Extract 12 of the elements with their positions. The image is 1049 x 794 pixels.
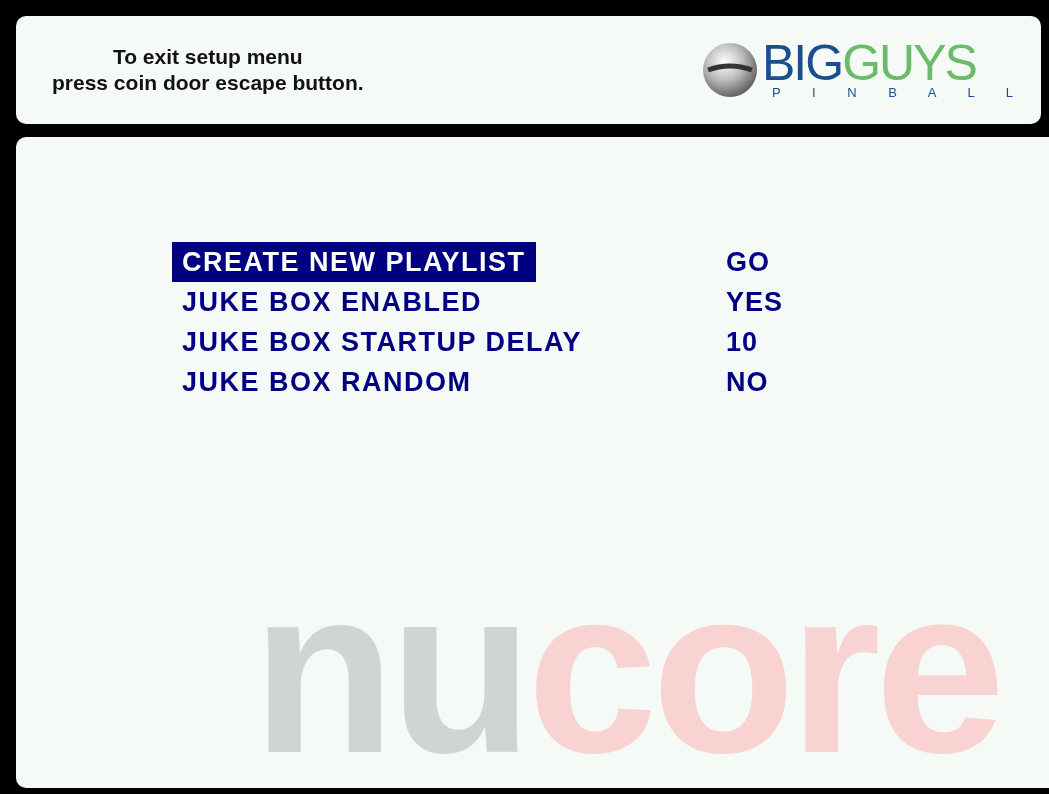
exit-instructions: To exit setup menu press coin door escape button. <box>52 44 364 96</box>
menu-value: NO <box>726 366 769 399</box>
menu-value: YES <box>726 286 784 319</box>
logo-wordmark: BIGGUYS <box>762 40 977 85</box>
menu-value: GO <box>726 246 770 279</box>
menu-item[interactable]: JUKE BOX ENABLED <box>172 282 493 322</box>
menu-item[interactable]: CREATE NEW PLAYLIST <box>172 242 536 282</box>
menu-item[interactable]: JUKE BOX RANDOM <box>172 362 482 402</box>
logo-tagline: P I N B A L L <box>771 84 1027 100</box>
pinball-icon <box>700 40 760 100</box>
menu-value: 10 <box>726 326 759 359</box>
menu-item[interactable]: JUKE BOX STARTUP DELAY <box>172 322 593 362</box>
